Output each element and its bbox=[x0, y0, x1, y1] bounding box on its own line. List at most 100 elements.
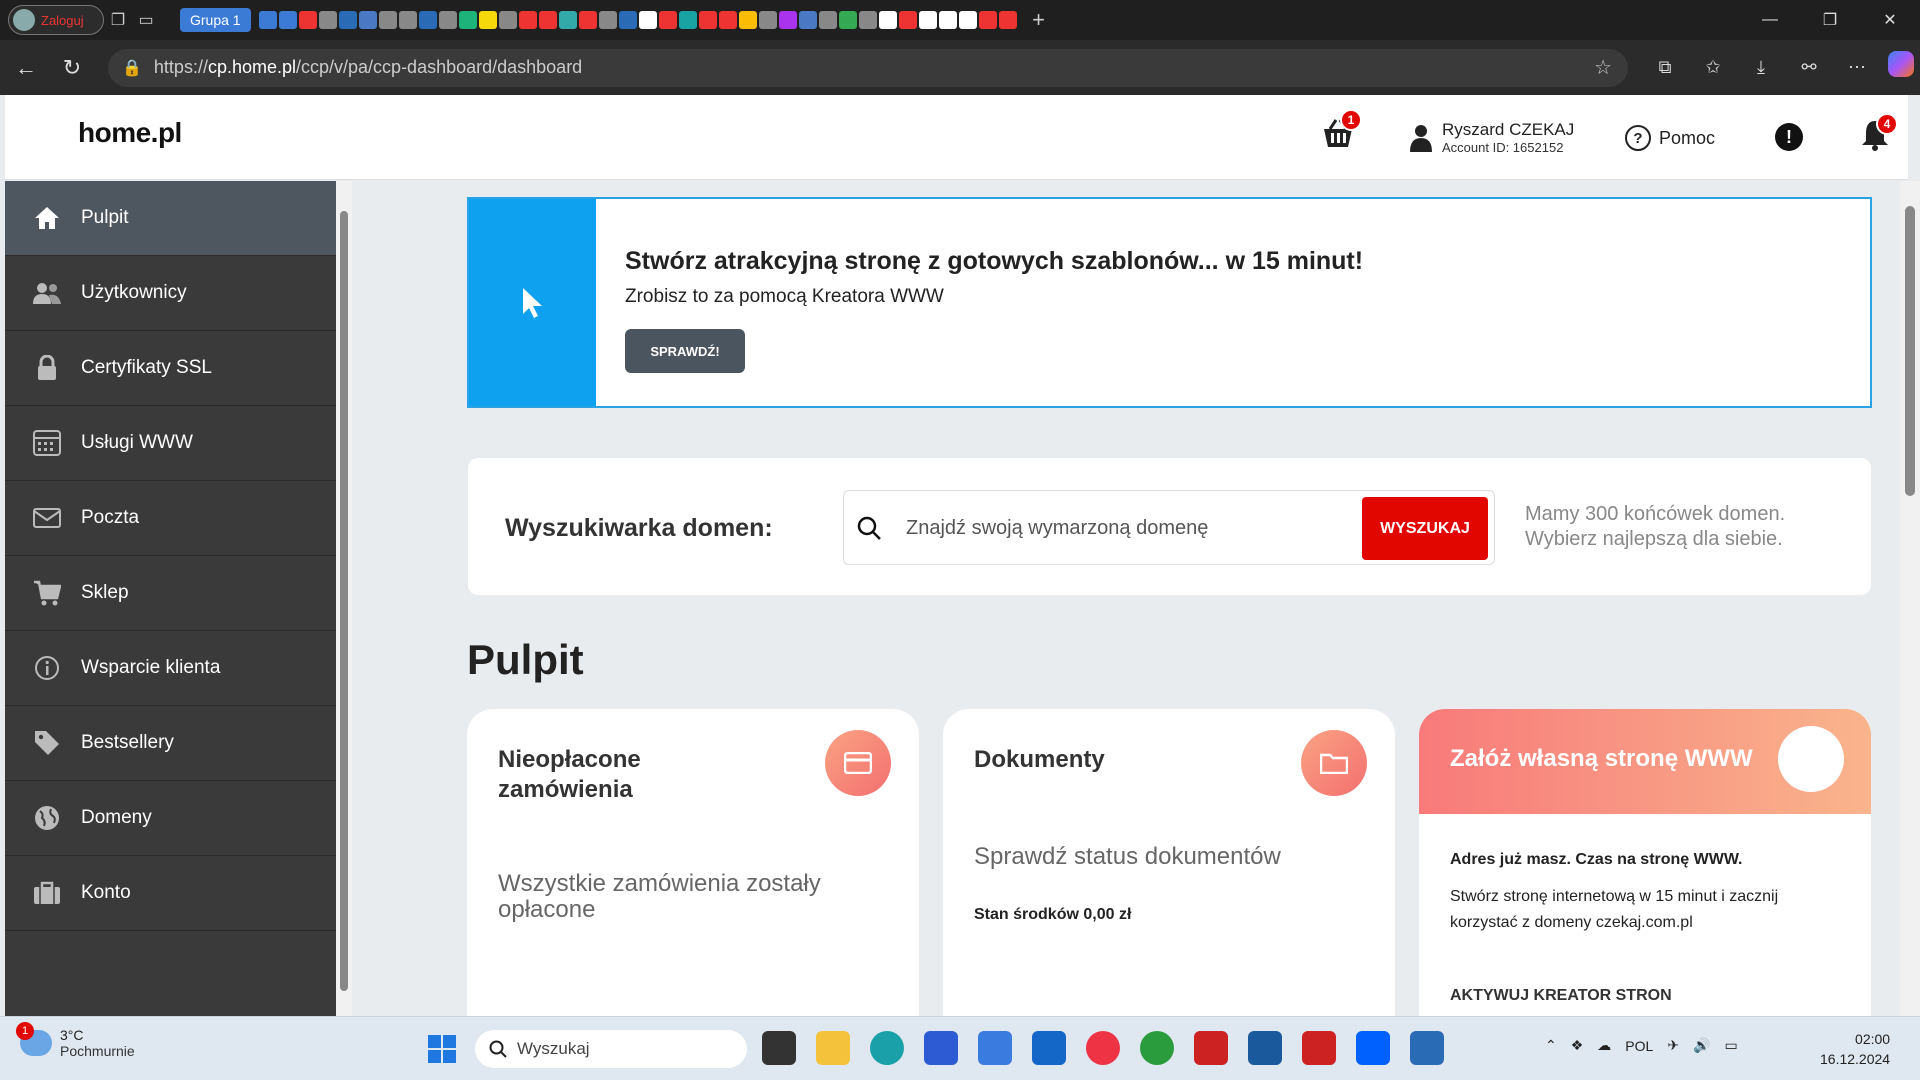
tab-favicon[interactable] bbox=[298, 11, 317, 29]
favorite-star-icon[interactable]: ☆ bbox=[1594, 55, 1612, 80]
tab-favicon[interactable] bbox=[818, 11, 837, 29]
save-app-icon[interactable] bbox=[924, 1031, 958, 1065]
tab-favicon[interactable] bbox=[278, 11, 297, 29]
app-icon[interactable] bbox=[1086, 1031, 1120, 1065]
volume-icon[interactable]: 🔊 bbox=[1693, 1037, 1710, 1054]
battery-icon[interactable]: ▭ bbox=[1724, 1037, 1737, 1054]
favorites-icon[interactable]: ✩ bbox=[1696, 51, 1730, 85]
store-icon[interactable] bbox=[978, 1031, 1012, 1065]
tab-favicon[interactable] bbox=[778, 11, 797, 29]
tab-favicon[interactable] bbox=[838, 11, 857, 29]
tab-favicon[interactable] bbox=[998, 11, 1017, 29]
tab-favicon[interactable] bbox=[358, 11, 377, 29]
tab-favicon[interactable] bbox=[638, 11, 657, 29]
sidebar-item-support[interactable]: Wsparcie klienta bbox=[5, 631, 336, 706]
sidebar-item-ssl[interactable]: Certyfikaty SSL bbox=[5, 331, 336, 406]
scrollbar-thumb[interactable] bbox=[1905, 206, 1915, 496]
tab-actions-icon[interactable]: ▭ bbox=[132, 6, 160, 34]
collections-icon[interactable]: ⚯ bbox=[1792, 51, 1826, 85]
profile-button[interactable]: Zaloguj bbox=[8, 5, 104, 35]
task-view-icon[interactable] bbox=[762, 1031, 796, 1065]
remote-desktop-icon[interactable] bbox=[1410, 1031, 1444, 1065]
notifications-button[interactable]: 4 bbox=[1860, 113, 1898, 155]
reload-icon[interactable]: ↻ bbox=[52, 48, 92, 88]
tab-favicon[interactable] bbox=[798, 11, 817, 29]
tab-favicon[interactable] bbox=[698, 11, 717, 29]
clock[interactable]: 02:00 16.12.2024 bbox=[1820, 1029, 1890, 1069]
file-explorer-icon[interactable] bbox=[816, 1031, 850, 1065]
cart-button[interactable]: 1 bbox=[1320, 109, 1362, 157]
sidebar-scrollbar[interactable] bbox=[336, 181, 352, 1016]
app-icon[interactable] bbox=[1140, 1031, 1174, 1065]
domain-search-input[interactable] bbox=[906, 509, 1326, 547]
tab-favicon[interactable] bbox=[378, 11, 397, 29]
copilot-icon[interactable] bbox=[1888, 50, 1914, 77]
tab-favicon[interactable] bbox=[878, 11, 897, 29]
tab-favicon[interactable] bbox=[318, 11, 337, 29]
chevron-up-icon[interactable]: ⌃ bbox=[1545, 1037, 1557, 1054]
network-icon[interactable]: ☁ bbox=[1597, 1037, 1611, 1054]
scrollbar-thumb[interactable] bbox=[340, 211, 348, 991]
dropbox-icon[interactable] bbox=[1356, 1031, 1390, 1065]
tab-favicon[interactable] bbox=[458, 11, 477, 29]
tab-favicon[interactable] bbox=[678, 11, 697, 29]
tab-favicon[interactable] bbox=[938, 11, 957, 29]
tab-favicon[interactable] bbox=[498, 11, 517, 29]
tab-favicon[interactable] bbox=[978, 11, 997, 29]
documents-card[interactable]: Dokumenty Sprawdź status dokumentów Stan… bbox=[943, 709, 1395, 1016]
tab-favicon[interactable] bbox=[398, 11, 417, 29]
taskbar-search[interactable]: Wyszukaj bbox=[475, 1030, 747, 1068]
tab-favicon[interactable] bbox=[738, 11, 757, 29]
tab-favicon[interactable] bbox=[558, 11, 577, 29]
extensions-icon[interactable]: ⧉ bbox=[1648, 51, 1682, 85]
tab-favicon[interactable] bbox=[598, 11, 617, 29]
tab-favicon[interactable] bbox=[618, 11, 637, 29]
tab-favicon[interactable] bbox=[898, 11, 917, 29]
address-bar[interactable]: 🔒 https://cp.home.pl/ccp/v/pa/ccp-dashbo… bbox=[108, 48, 1628, 87]
workspaces-icon[interactable]: ❐ bbox=[104, 6, 132, 34]
site-info-icon[interactable]: 🔒 bbox=[122, 58, 142, 78]
sidebar-item-users[interactable]: Użytkownicy bbox=[5, 256, 336, 331]
downloads-icon[interactable]: ⤓ bbox=[1744, 51, 1778, 85]
tab-favicon[interactable] bbox=[578, 11, 597, 29]
tab-favicon[interactable] bbox=[438, 11, 457, 29]
tab-favicon[interactable] bbox=[658, 11, 677, 29]
activate-builder-link[interactable]: AKTYWUJ KREATOR STRON bbox=[1450, 987, 1672, 1005]
tab-favicon[interactable] bbox=[338, 11, 357, 29]
back-icon[interactable]: ← bbox=[6, 48, 46, 88]
minimize-icon[interactable]: — bbox=[1740, 0, 1800, 40]
tab-favicon[interactable] bbox=[258, 11, 277, 29]
close-icon[interactable]: ✕ bbox=[1860, 0, 1920, 40]
virtualbox-icon[interactable] bbox=[1248, 1031, 1282, 1065]
app-icon[interactable] bbox=[1302, 1031, 1336, 1065]
domain-search-button[interactable]: WYSZUKAJ bbox=[1362, 497, 1488, 560]
tab-favicon[interactable] bbox=[918, 11, 937, 29]
tab-favicon[interactable] bbox=[758, 11, 777, 29]
dropbox-tray-icon[interactable]: ❖ bbox=[1571, 1037, 1584, 1054]
tab-favicon[interactable] bbox=[538, 11, 557, 29]
sidebar-item-shop[interactable]: Sklep bbox=[5, 556, 336, 631]
start-button[interactable] bbox=[428, 1035, 456, 1063]
language-indicator[interactable]: POL bbox=[1625, 1038, 1653, 1054]
unpaid-orders-card[interactable]: Nieopłacone zamówienia Wszystkie zamówie… bbox=[467, 709, 919, 1016]
more-menu-icon[interactable]: ⋯ bbox=[1840, 51, 1874, 85]
tab-favicon[interactable] bbox=[478, 11, 497, 29]
create-website-card[interactable]: Załóż własną stronę WWW Adres już masz. … bbox=[1419, 709, 1871, 1016]
sidebar-item-bestsellers[interactable]: Bestsellery bbox=[5, 706, 336, 781]
new-tab-icon[interactable]: + bbox=[1025, 6, 1053, 34]
tab-favicon[interactable] bbox=[718, 11, 737, 29]
airplane-icon[interactable]: ✈ bbox=[1667, 1037, 1679, 1054]
sidebar-item-account[interactable]: Konto bbox=[5, 856, 336, 931]
tab-favicon[interactable] bbox=[418, 11, 437, 29]
tab-favicon[interactable] bbox=[518, 11, 537, 29]
edge-icon[interactable] bbox=[870, 1031, 904, 1065]
tab-favicon[interactable] bbox=[858, 11, 877, 29]
banner-check-button[interactable]: SPRAWDŹ! bbox=[625, 329, 745, 373]
logo[interactable]: home.pl bbox=[78, 117, 182, 149]
alert-icon[interactable]: ! bbox=[1775, 123, 1803, 151]
sidebar-item-pulpit[interactable]: Pulpit bbox=[5, 181, 336, 256]
weather-widget[interactable]: 1 3°C Pochmurnie bbox=[16, 1022, 135, 1059]
user-menu[interactable]: Ryszard CZEKAJ Account ID: 1652152 bbox=[1410, 120, 1574, 155]
outlook-icon[interactable] bbox=[1032, 1031, 1066, 1065]
sidebar-item-mail[interactable]: Poczta bbox=[5, 481, 336, 556]
